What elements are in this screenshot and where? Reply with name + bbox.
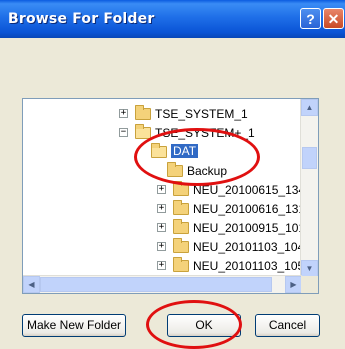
title-bar[interactable]: Browse For Folder ? ✕ — [0, 0, 345, 38]
folder-open-icon — [151, 143, 167, 158]
scroll-up-icon[interactable]: ▲ — [301, 99, 318, 116]
folder-icon — [167, 162, 183, 177]
tree-item-tse-system-plus-1[interactable]: − TSE_SYSTEM+_1 — [23, 124, 303, 143]
dialog-title: Browse For Folder — [8, 11, 155, 27]
tree-item-tse-system-1[interactable]: + TSE_SYSTEM_1 — [23, 105, 303, 124]
collapse-icon[interactable]: − — [119, 128, 128, 137]
expand-icon[interactable]: + — [157, 261, 166, 270]
tree-item-neu-20100616[interactable]: + NEU_20100616_13133 — [23, 200, 318, 219]
folder-icon — [173, 257, 189, 272]
scrollbar-corner — [301, 276, 318, 293]
horizontal-scroll-thumb[interactable] — [40, 277, 272, 292]
expand-icon[interactable]: + — [157, 223, 166, 232]
cancel-button[interactable]: Cancel — [255, 314, 320, 337]
tree-item-backup[interactable]: Backup — [23, 162, 303, 181]
tree-item-label: TSE_SYSTEM_1 — [155, 107, 248, 121]
scroll-left-icon[interactable]: ◀ — [23, 276, 40, 293]
tree-item-neu-20101103-1055[interactable]: + NEU_20101103_10553 — [23, 257, 318, 276]
tree-item-neu-20100615[interactable]: + NEU_20100615_13420 — [23, 181, 318, 200]
folder-icon — [173, 219, 189, 234]
expand-icon[interactable]: + — [157, 204, 166, 213]
tree-item-label: NEU_20100915_10113 — [193, 221, 318, 235]
tree-item-label: TSE_SYSTEM+_1 — [155, 126, 255, 140]
make-new-folder-button[interactable]: Make New Folder — [22, 314, 126, 337]
tree-item-neu-20101103-1049[interactable]: + NEU_20101103_10493 — [23, 238, 318, 257]
tree-item-dat[interactable]: DAT — [23, 143, 303, 162]
tree-item-label: DAT — [171, 144, 199, 158]
horizontal-scrollbar[interactable]: ◀ ▶ — [23, 275, 302, 293]
vertical-scrollbar[interactable]: ▲ ▼ — [300, 99, 318, 277]
ok-button[interactable]: OK — [167, 314, 241, 337]
tree-item-label: NEU_20101103_10493 — [193, 240, 318, 254]
expand-icon[interactable]: + — [157, 185, 166, 194]
close-button[interactable]: ✕ — [323, 8, 344, 29]
expand-icon[interactable]: + — [119, 109, 128, 118]
folder-tree[interactable]: + TSE_SYSTEM_1 − TSE_SYSTEM+_1 DAT Backu… — [22, 98, 319, 294]
tree-item-label: Backup — [187, 164, 228, 178]
folder-icon — [173, 181, 189, 196]
folder-open-icon — [135, 124, 151, 139]
vertical-scroll-thumb[interactable] — [302, 147, 317, 169]
folder-icon — [135, 105, 151, 120]
scroll-right-icon[interactable]: ▶ — [285, 276, 302, 293]
browse-folder-dialog: Browse For Folder ? ✕ + TSE_SYSTEM_1 − T… — [0, 0, 345, 349]
scroll-down-icon[interactable]: ▼ — [301, 260, 318, 277]
folder-icon — [173, 200, 189, 215]
tree-item-label: NEU_20101103_10553 — [193, 259, 318, 273]
folder-icon — [173, 238, 189, 253]
tree-item-neu-20100915[interactable]: + NEU_20100915_10113 — [23, 219, 318, 238]
expand-icon[interactable]: + — [157, 242, 166, 251]
help-button[interactable]: ? — [300, 8, 321, 29]
